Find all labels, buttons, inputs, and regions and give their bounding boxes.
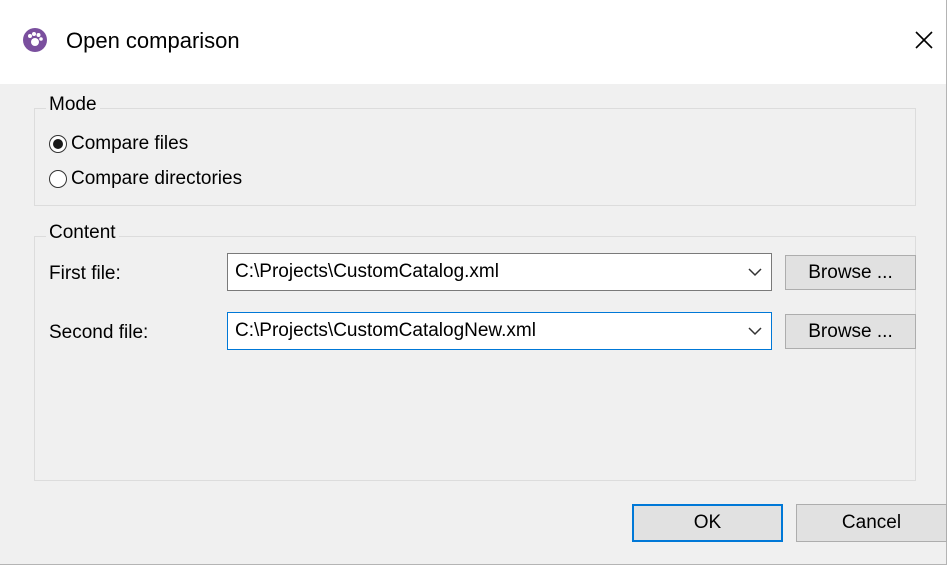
second-file-combobox[interactable]: C:\Projects\CustomCatalogNew.xml <box>227 312 772 350</box>
app-icon <box>22 27 48 53</box>
radio-indicator <box>49 170 67 188</box>
radio-indicator-checked <box>49 135 67 153</box>
title-bar: Open comparison <box>0 0 946 84</box>
chevron-down-icon[interactable] <box>747 266 763 278</box>
mode-group-label: Mode <box>46 94 100 116</box>
close-button[interactable] <box>906 22 942 58</box>
ok-button[interactable]: OK <box>632 504 783 542</box>
chevron-down-icon[interactable] <box>747 325 763 337</box>
second-file-value: C:\Projects\CustomCatalogNew.xml <box>235 320 536 341</box>
compare-directories-label: Compare directories <box>71 168 243 189</box>
first-file-label: First file: <box>49 263 121 284</box>
compare-files-radio[interactable]: Compare files <box>49 133 188 155</box>
mode-group <box>34 108 916 206</box>
compare-directories-radio[interactable]: Compare directories <box>49 168 242 190</box>
cancel-button[interactable]: Cancel <box>796 504 947 542</box>
first-file-value: C:\Projects\CustomCatalog.xml <box>235 261 499 282</box>
content-group-label: Content <box>46 222 119 244</box>
close-icon <box>915 31 933 49</box>
open-comparison-dialog: Open comparison Mode Compare files Compa… <box>0 0 947 565</box>
dialog-title: Open comparison <box>66 28 240 53</box>
second-file-browse-button[interactable]: Browse ... <box>785 314 916 349</box>
compare-files-label: Compare files <box>71 133 189 154</box>
first-file-combobox[interactable]: C:\Projects\CustomCatalog.xml <box>227 253 772 291</box>
second-file-label: Second file: <box>49 322 149 343</box>
first-file-browse-button[interactable]: Browse ... <box>785 255 916 290</box>
